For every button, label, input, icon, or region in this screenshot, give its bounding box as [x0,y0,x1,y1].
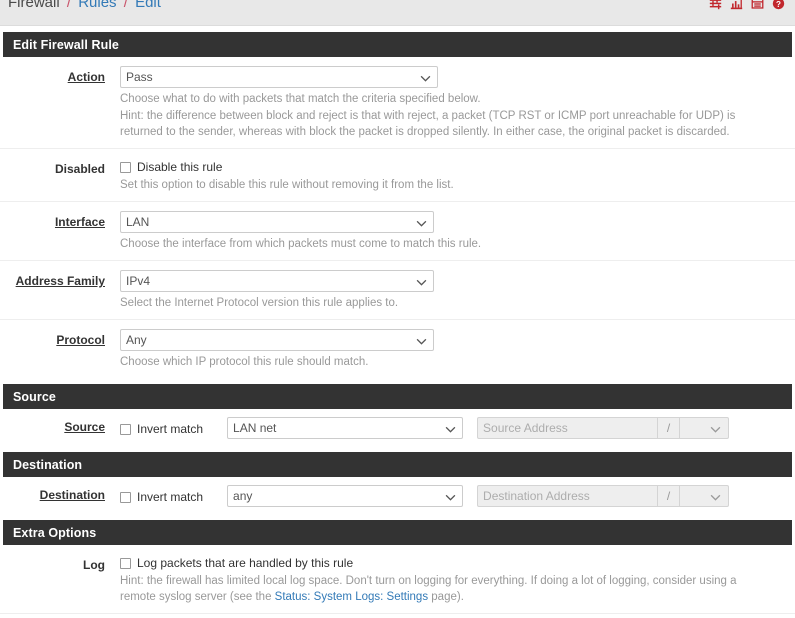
action-select[interactable]: Pass [120,66,438,88]
protocol-select-wrap: Any [120,329,434,351]
section-header-extra-options: Extra Options [3,520,792,545]
address-family-select-wrap: IPv4 [120,270,434,292]
log-checkbox[interactable] [120,557,131,569]
form-row-interface: Interface LAN Choose the interface from … [0,202,795,261]
log-checkbox-row[interactable]: Log packets that are handled by this rul… [120,554,785,570]
source-mask-select[interactable] [679,417,730,439]
disable-rule-checkbox-row[interactable]: Disable this rule [120,158,785,174]
help-address-family: Select the Internet Protocol version thi… [120,297,399,309]
address-family-select[interactable]: IPv4 [120,270,434,292]
edit-rule-body: Action Pass Choose what to do with packe… [0,57,795,378]
source-invert-checkbox[interactable] [120,423,131,435]
breadcrumb-root: Firewall [8,0,60,11]
breadcrumb-separator-1: / [66,0,72,11]
destination-invert-label: Invert match [137,490,204,504]
label-disabled: Disabled [54,162,105,176]
label-source: Source [64,420,105,434]
chevron-down-icon [710,422,721,436]
breadcrumb-bar: Firewall / Rules / Edit ? [0,0,795,26]
form-row-address-family: Address Family IPv4 Select the Internet … [0,261,795,320]
destination-controls: Invert match any / [120,485,785,507]
form-row-description: Description A description may be entered… [0,614,795,618]
log-checkbox-label: Log packets that are handled by this rul… [137,556,354,570]
source-invert-label: Invert match [137,422,204,436]
form-row-destination: Destination Invert match any / [0,477,795,514]
help-interface: Choose the interface from which packets … [120,238,482,250]
chevron-down-icon [710,490,721,504]
form-row-protocol: Protocol Any Choose which IP protocol th… [0,320,795,378]
label-action: Action [67,70,105,84]
destination-address-input[interactable] [477,485,658,507]
source-invert-checkbox-row[interactable]: Invert match [120,420,203,436]
extra-options-body: Log Log packets that are handled by this… [0,545,795,618]
source-controls: Invert match LAN net / [120,417,785,439]
form-row-source: Source Invert match LAN net / [0,409,795,446]
destination-invert-checkbox[interactable] [120,491,131,503]
disable-rule-checkbox[interactable] [120,161,131,173]
form-row-log: Log Log packets that are handled by this… [0,545,795,614]
label-protocol: Protocol [56,333,105,347]
breadcrumb-link-rules[interactable]: Rules [78,0,116,11]
help-log: Hint: the firewall has limited local log… [120,573,775,605]
help-disabled: Set this option to disable this rule wit… [120,179,454,191]
destination-address-group: / [477,485,730,507]
section-header-source: Source [3,384,792,409]
source-address-input[interactable] [477,417,658,439]
interface-select[interactable]: LAN [120,211,434,233]
action-select-wrap: Pass [120,66,438,88]
breadcrumb-icon-group: ? [709,0,785,10]
source-address-group: / [477,417,730,439]
source-type-select[interactable]: LAN net [227,417,464,439]
source-body: Source Invert match LAN net / [0,409,795,446]
help-action-1: Choose what to do with packets that matc… [120,93,481,105]
chart-icon[interactable] [730,0,743,10]
help-icon[interactable]: ? [772,0,785,10]
destination-body: Destination Invert match any / [0,477,795,514]
label-log: Log [83,558,105,572]
label-destination: Destination [39,488,105,502]
form-row-action: Action Pass Choose what to do with packe… [0,57,795,149]
breadcrumb: Firewall / Rules / Edit [8,0,161,12]
sliders-icon[interactable] [709,0,722,10]
system-logs-settings-link[interactable]: Status: System Logs: Settings [275,591,428,603]
source-cidr-separator: / [657,417,680,439]
form-row-disabled: Disabled Disable this rule Set this opti… [0,149,795,202]
disable-rule-label: Disable this rule [137,160,223,174]
source-type-select-wrap: LAN net [227,417,464,439]
protocol-select[interactable]: Any [120,329,434,351]
destination-mask-select[interactable] [679,485,730,507]
interface-select-wrap: LAN [120,211,434,233]
label-address-family: Address Family [15,274,105,288]
section-header-edit-rule: Edit Firewall Rule [3,32,792,57]
help-action-2: Hint: the difference between block and r… [120,110,736,138]
svg-text:?: ? [776,0,781,9]
help-log-post: page). [428,591,464,603]
help-protocol: Choose which IP protocol this rule shoul… [120,356,369,368]
breadcrumb-separator-2: / [123,0,128,11]
list-icon[interactable] [751,0,764,10]
breadcrumb-link-edit[interactable]: Edit [135,0,161,11]
section-header-destination: Destination [3,452,792,477]
destination-type-select-wrap: any [227,485,464,507]
destination-invert-checkbox-row[interactable]: Invert match [120,488,203,504]
label-interface: Interface [54,215,105,229]
destination-cidr-separator: / [657,485,680,507]
destination-type-select[interactable]: any [227,485,464,507]
